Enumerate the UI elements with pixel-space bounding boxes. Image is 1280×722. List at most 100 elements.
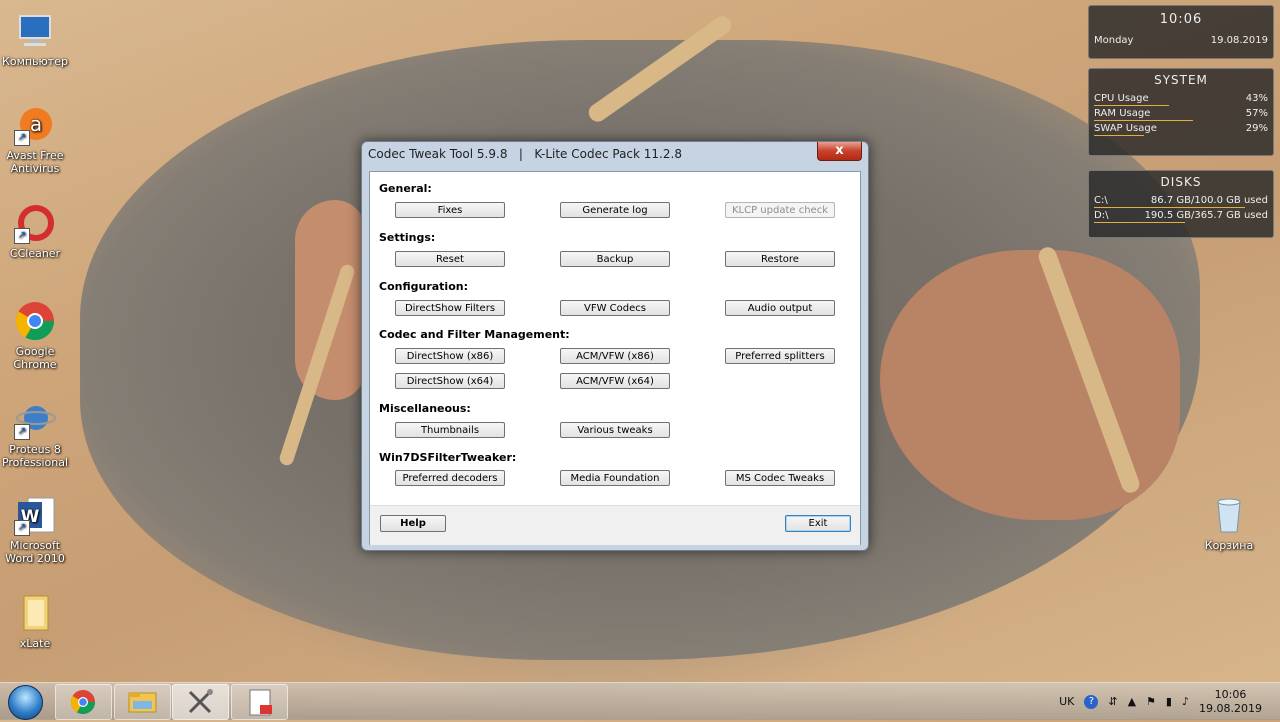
- action-center-icon[interactable]: ⚑: [1146, 695, 1156, 708]
- section-general-label: General:: [379, 182, 432, 195]
- explorer-icon: [128, 692, 157, 713]
- desktop-icon-label: Microsoft Word 2010: [5, 539, 65, 565]
- preferred-decoders-button[interactable]: Preferred decoders: [395, 470, 505, 486]
- help-icon[interactable]: ?: [1084, 694, 1099, 709]
- acm-vfw-x86-button[interactable]: ACM/VFW (x86): [560, 348, 670, 364]
- desktop-icon-chrome[interactable]: Google Chrome: [0, 300, 70, 371]
- chrome-icon: [14, 300, 56, 342]
- system-row-value: 29%: [1245, 123, 1268, 134]
- windows-logo-icon: [8, 685, 43, 720]
- shortcut-arrow-icon: ↗: [14, 520, 30, 536]
- word-icon: W ↗: [14, 494, 56, 536]
- desktop-icon-xlate[interactable]: xLate: [0, 592, 70, 650]
- section-misc-label: Miscellaneous:: [379, 402, 471, 415]
- system-row-value: 57%: [1245, 108, 1268, 119]
- window-title: Codec Tweak Tool 5.9.8 | K-Lite Codec Pa…: [368, 147, 682, 161]
- gadget-day: Monday: [1094, 35, 1134, 46]
- backup-button[interactable]: Backup: [560, 251, 670, 267]
- section-win7-label: Win7DSFilterTweaker:: [379, 451, 517, 464]
- window-titlebar[interactable]: Codec Tweak Tool 5.9.8 | K-Lite Codec Pa…: [362, 142, 868, 166]
- desktop-icon-label: Google Chrome: [13, 345, 57, 371]
- folder-icon: [14, 592, 56, 634]
- thumbnails-button[interactable]: Thumbnails: [395, 422, 505, 438]
- signal-icon[interactable]: ▮: [1166, 695, 1172, 708]
- proteus-icon: ↗: [14, 398, 56, 440]
- window-client-area: General: Fixes Generate log KLCP update …: [369, 171, 861, 545]
- restore-button[interactable]: Restore: [725, 251, 835, 267]
- desktop-icon-computer[interactable]: Компьютер: [0, 10, 70, 68]
- various-tweaks-button[interactable]: Various tweaks: [560, 422, 670, 438]
- directshow-x64-button[interactable]: DirectShow (x64): [395, 373, 505, 389]
- disks-gadget[interactable]: DISKS C:\ 86.7 GB/100.0 GB used D:\ 190.…: [1088, 170, 1274, 238]
- preferred-splitters-button[interactable]: Preferred splitters: [725, 348, 835, 364]
- vfw-codecs-button[interactable]: VFW Codecs: [560, 300, 670, 316]
- klcp-update-check-button[interactable]: KLCP update check: [725, 202, 835, 218]
- recycle-bin-icon: [1208, 494, 1250, 536]
- system-gadget[interactable]: SYSTEM CPU Usage 43% RAM Usage 57% SWAP …: [1088, 68, 1274, 156]
- taskbar-item-codec-tweak-tool[interactable]: [172, 684, 229, 720]
- fixes-button[interactable]: Fixes: [395, 202, 505, 218]
- disk-row-value: 190.5 GB/365.7 GB used: [1144, 210, 1268, 221]
- system-row-cpu: CPU Usage 43%: [1089, 91, 1273, 106]
- shortcut-arrow-icon: ↗: [14, 228, 30, 244]
- section-configuration-label: Configuration:: [379, 280, 468, 293]
- desktop-icon-proteus[interactable]: ↗ Proteus 8 Professional: [0, 398, 70, 469]
- desktop-icon-label: Proteus 8 Professional: [1, 443, 69, 469]
- computer-icon: [14, 10, 56, 52]
- taskbar-date: 19.08.2019: [1199, 701, 1262, 715]
- taskbar-item-document[interactable]: [231, 684, 288, 720]
- usage-bar: [1094, 222, 1185, 223]
- close-icon: x: [835, 143, 844, 158]
- taskbar: UK ? ⇵ ▲ ⚑ ▮ ♪ 10:06 19.08.2019: [0, 682, 1280, 720]
- desktop-icon-recycle-bin[interactable]: Корзина: [1194, 494, 1264, 552]
- system-row-ram: RAM Usage 57%: [1089, 106, 1273, 121]
- shortcut-arrow-icon: ↗: [14, 424, 30, 440]
- language-indicator[interactable]: UK: [1059, 695, 1074, 708]
- directshow-x86-button[interactable]: DirectShow (x86): [395, 348, 505, 364]
- show-hidden-icons-icon[interactable]: ▲: [1128, 695, 1136, 708]
- help-button[interactable]: Help: [380, 515, 446, 532]
- usage-bar: [1094, 135, 1145, 136]
- clock-gadget[interactable]: 10:06 Monday 19.08.2019: [1088, 5, 1274, 59]
- generate-log-button[interactable]: Generate log: [560, 202, 670, 218]
- ccleaner-icon: ↗: [14, 202, 56, 244]
- desktop-icon-avast[interactable]: a ↗ Avast Free Antivirus: [0, 104, 70, 175]
- reset-button[interactable]: Reset: [395, 251, 505, 267]
- chrome-icon: [70, 690, 95, 715]
- system-row-label: RAM Usage: [1094, 108, 1151, 119]
- taskbar-item-chrome[interactable]: [55, 684, 112, 720]
- codec-tweak-window: Codec Tweak Tool 5.9.8 | K-Lite Codec Pa…: [361, 141, 869, 551]
- network-icon[interactable]: ⇵: [1108, 695, 1117, 708]
- tools-icon: [188, 689, 213, 714]
- acm-vfw-x64-button[interactable]: ACM/VFW (x64): [560, 373, 670, 389]
- taskbar-clock[interactable]: 10:06 19.08.2019: [1199, 688, 1262, 716]
- window-footer: Help Exit: [370, 505, 860, 545]
- document-icon: [249, 689, 272, 716]
- disk-row-label: D:\: [1094, 210, 1109, 221]
- shortcut-arrow-icon: ↗: [14, 130, 30, 146]
- start-button[interactable]: [3, 684, 47, 720]
- audio-output-button[interactable]: Audio output: [725, 300, 835, 316]
- desktop-icon-word[interactable]: W ↗ Microsoft Word 2010: [0, 494, 70, 565]
- gadget-title: DISKS: [1160, 175, 1202, 189]
- section-codec-label: Codec and Filter Management:: [379, 328, 570, 341]
- desktop-icon-label: Avast Free Antivirus: [6, 149, 64, 175]
- system-row-label: CPU Usage: [1094, 93, 1149, 104]
- desktop-icon-ccleaner[interactable]: ↗ CCleaner: [0, 202, 70, 260]
- gadget-date: 19.08.2019: [1210, 35, 1268, 46]
- exit-button[interactable]: Exit: [785, 515, 851, 532]
- gadget-title: SYSTEM: [1154, 73, 1208, 87]
- desktop-icon-label: Корзина: [1204, 539, 1254, 552]
- disk-row-label: C:\: [1094, 195, 1108, 206]
- desktop-icon-label: Компьютер: [2, 55, 68, 68]
- system-row-value: 43%: [1245, 93, 1268, 104]
- media-foundation-button[interactable]: Media Foundation: [560, 470, 670, 486]
- svg-text:a: a: [30, 112, 42, 136]
- directshow-filters-button[interactable]: DirectShow Filters: [395, 300, 505, 316]
- ms-codec-tweaks-button[interactable]: MS Codec Tweaks: [725, 470, 835, 486]
- section-settings-label: Settings:: [379, 231, 436, 244]
- volume-icon[interactable]: ♪: [1182, 695, 1189, 708]
- close-button[interactable]: x: [817, 142, 862, 161]
- taskbar-time: 10:06: [1214, 687, 1247, 701]
- taskbar-item-explorer[interactable]: [114, 684, 171, 720]
